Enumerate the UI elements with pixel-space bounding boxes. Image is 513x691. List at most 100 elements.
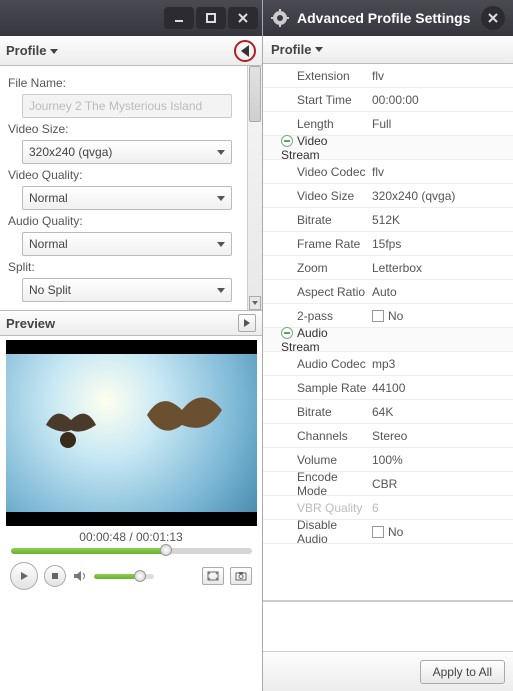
description-area — [263, 601, 513, 651]
setting-key: Volume — [297, 453, 337, 467]
snapshot-button[interactable] — [230, 567, 252, 585]
stop-button[interactable] — [44, 565, 66, 587]
setting-key: Aspect Ratio — [297, 285, 365, 299]
setting-key: Sample Rate — [297, 381, 366, 395]
audio-quality-select[interactable]: Normal — [22, 232, 232, 256]
collapse-icon[interactable] — [281, 327, 293, 339]
setting-key: Audio Codec — [297, 357, 366, 371]
setting-value: 44100 — [372, 381, 405, 395]
minimize-button[interactable] — [164, 7, 194, 29]
close-button[interactable] — [228, 7, 258, 29]
setting-value: 64K — [372, 405, 393, 419]
player-controls — [4, 562, 258, 596]
setting-row[interactable]: 2-passNo — [263, 304, 513, 328]
setting-row[interactable]: Audio Codecmp3 — [263, 352, 513, 376]
setting-key: Video Size — [297, 189, 354, 203]
setting-value: flv — [372, 69, 384, 83]
checkbox[interactable] — [372, 310, 384, 322]
setting-row[interactable]: VBR Quality6 — [263, 496, 513, 520]
preview-bird-icon — [137, 385, 227, 455]
play-button[interactable] — [10, 562, 38, 590]
advanced-titlebar: Advanced Profile Settings — [263, 0, 513, 36]
setting-value: No — [388, 525, 403, 539]
fullscreen-button[interactable] — [202, 567, 224, 585]
setting-row[interactable]: Bitrate 64K — [263, 400, 513, 424]
setting-value: Auto — [372, 285, 397, 299]
setting-value: 00:00:00 — [372, 93, 419, 107]
advanced-settings-panel: Advanced Profile Settings Profile Extens… — [263, 0, 513, 691]
setting-key: Length — [297, 117, 334, 131]
setting-key: Bitrate — [297, 213, 332, 227]
setting-row[interactable]: Zoom Letterbox — [263, 256, 513, 280]
profile-dropdown[interactable]: Profile — [263, 36, 513, 64]
scrollbar-down-button[interactable] — [249, 296, 261, 310]
setting-key: Frame Rate — [297, 237, 360, 251]
preview-area: 00:00:48 / 00:01:13 — [0, 336, 262, 600]
section-row[interactable]: Audio Stream — [263, 328, 513, 352]
preview-bird-icon — [36, 400, 106, 450]
volume-slider[interactable] — [94, 574, 154, 579]
video-size-select[interactable]: 320x240 (qvga) — [22, 140, 232, 164]
setting-row[interactable]: Disable Audio No — [263, 520, 513, 544]
setting-row[interactable]: Volume 100% — [263, 448, 513, 472]
chevron-down-icon — [217, 150, 225, 155]
apply-bar: Apply to All — [263, 651, 513, 691]
setting-row[interactable]: Video Size320x240 (qvga) — [263, 184, 513, 208]
timecode: 00:00:48 / 00:01:13 — [4, 530, 258, 544]
checkbox[interactable] — [372, 526, 384, 538]
setting-key: Zoom — [297, 261, 328, 275]
audio-quality-label: Audio Quality: — [8, 214, 254, 228]
chevron-down-icon — [217, 196, 225, 201]
file-name-label: File Name: — [8, 76, 254, 90]
split-select[interactable]: No Split — [22, 278, 232, 302]
setting-key: Encode Mode — [297, 470, 338, 498]
setting-row[interactable]: Extension flv — [263, 64, 513, 88]
setting-value: Letterbox — [372, 261, 422, 275]
close-panel-button[interactable] — [481, 6, 505, 30]
setting-key: Start Time — [297, 93, 352, 107]
setting-key: Channels — [297, 429, 348, 443]
progress-slider[interactable] — [11, 548, 252, 554]
chevron-right-icon — [244, 319, 250, 327]
profile-header[interactable]: Profile — [0, 36, 262, 66]
setting-row[interactable]: Bitrate 512K — [263, 208, 513, 232]
setting-key: Disable Audio — [297, 518, 337, 546]
setting-value: Full — [372, 117, 391, 131]
chevron-left-icon — [241, 45, 249, 57]
maximize-button[interactable] — [196, 7, 226, 29]
setting-row[interactable]: Video Codecflv — [263, 160, 513, 184]
setting-row[interactable]: Frame Rate 15fps — [263, 232, 513, 256]
setting-row[interactable]: Channels Stereo — [263, 424, 513, 448]
apply-to-all-button[interactable]: Apply to All — [420, 660, 505, 684]
chevron-down-icon — [217, 242, 225, 247]
split-label: Split: — [8, 260, 254, 274]
setting-row[interactable]: Length Full — [263, 112, 513, 136]
setting-row[interactable]: Sample Rate 44100 — [263, 376, 513, 400]
collapse-toggle-button[interactable] — [234, 40, 256, 62]
file-name-field: Journey 2 The Mysterious Island — [22, 94, 232, 118]
setting-key: Video Codec — [297, 165, 366, 179]
settings-table: Extension flv Start Time 00:00:00 Length Full… — [263, 64, 513, 601]
setting-row[interactable]: Aspect Ratio Auto — [263, 280, 513, 304]
preview-next-button[interactable] — [238, 314, 256, 332]
preview-label: Preview — [6, 316, 55, 331]
video-quality-select[interactable]: Normal — [22, 186, 232, 210]
profile-label: Profile — [6, 43, 46, 58]
setting-value: 15fps — [372, 237, 401, 251]
setting-value: Stereo — [372, 429, 407, 443]
setting-value: 512K — [372, 213, 400, 227]
collapse-icon[interactable] — [281, 135, 293, 147]
video-preview[interactable] — [6, 340, 257, 526]
gear-icon — [271, 9, 289, 27]
setting-value: 100% — [372, 453, 403, 467]
setting-key: Bitrate — [297, 405, 332, 419]
scrollbar-thumb[interactable] — [249, 66, 261, 122]
setting-key: Extension — [297, 69, 350, 83]
setting-row[interactable]: Encode Mode CBR — [263, 472, 513, 496]
volume-icon — [72, 569, 88, 583]
window-titlebar — [0, 0, 262, 36]
setting-row[interactable]: Start Time 00:00:00 — [263, 88, 513, 112]
setting-key: VBR Quality — [297, 501, 362, 515]
setting-value: CBR — [372, 477, 397, 491]
section-row[interactable]: Video Stream — [263, 136, 513, 160]
